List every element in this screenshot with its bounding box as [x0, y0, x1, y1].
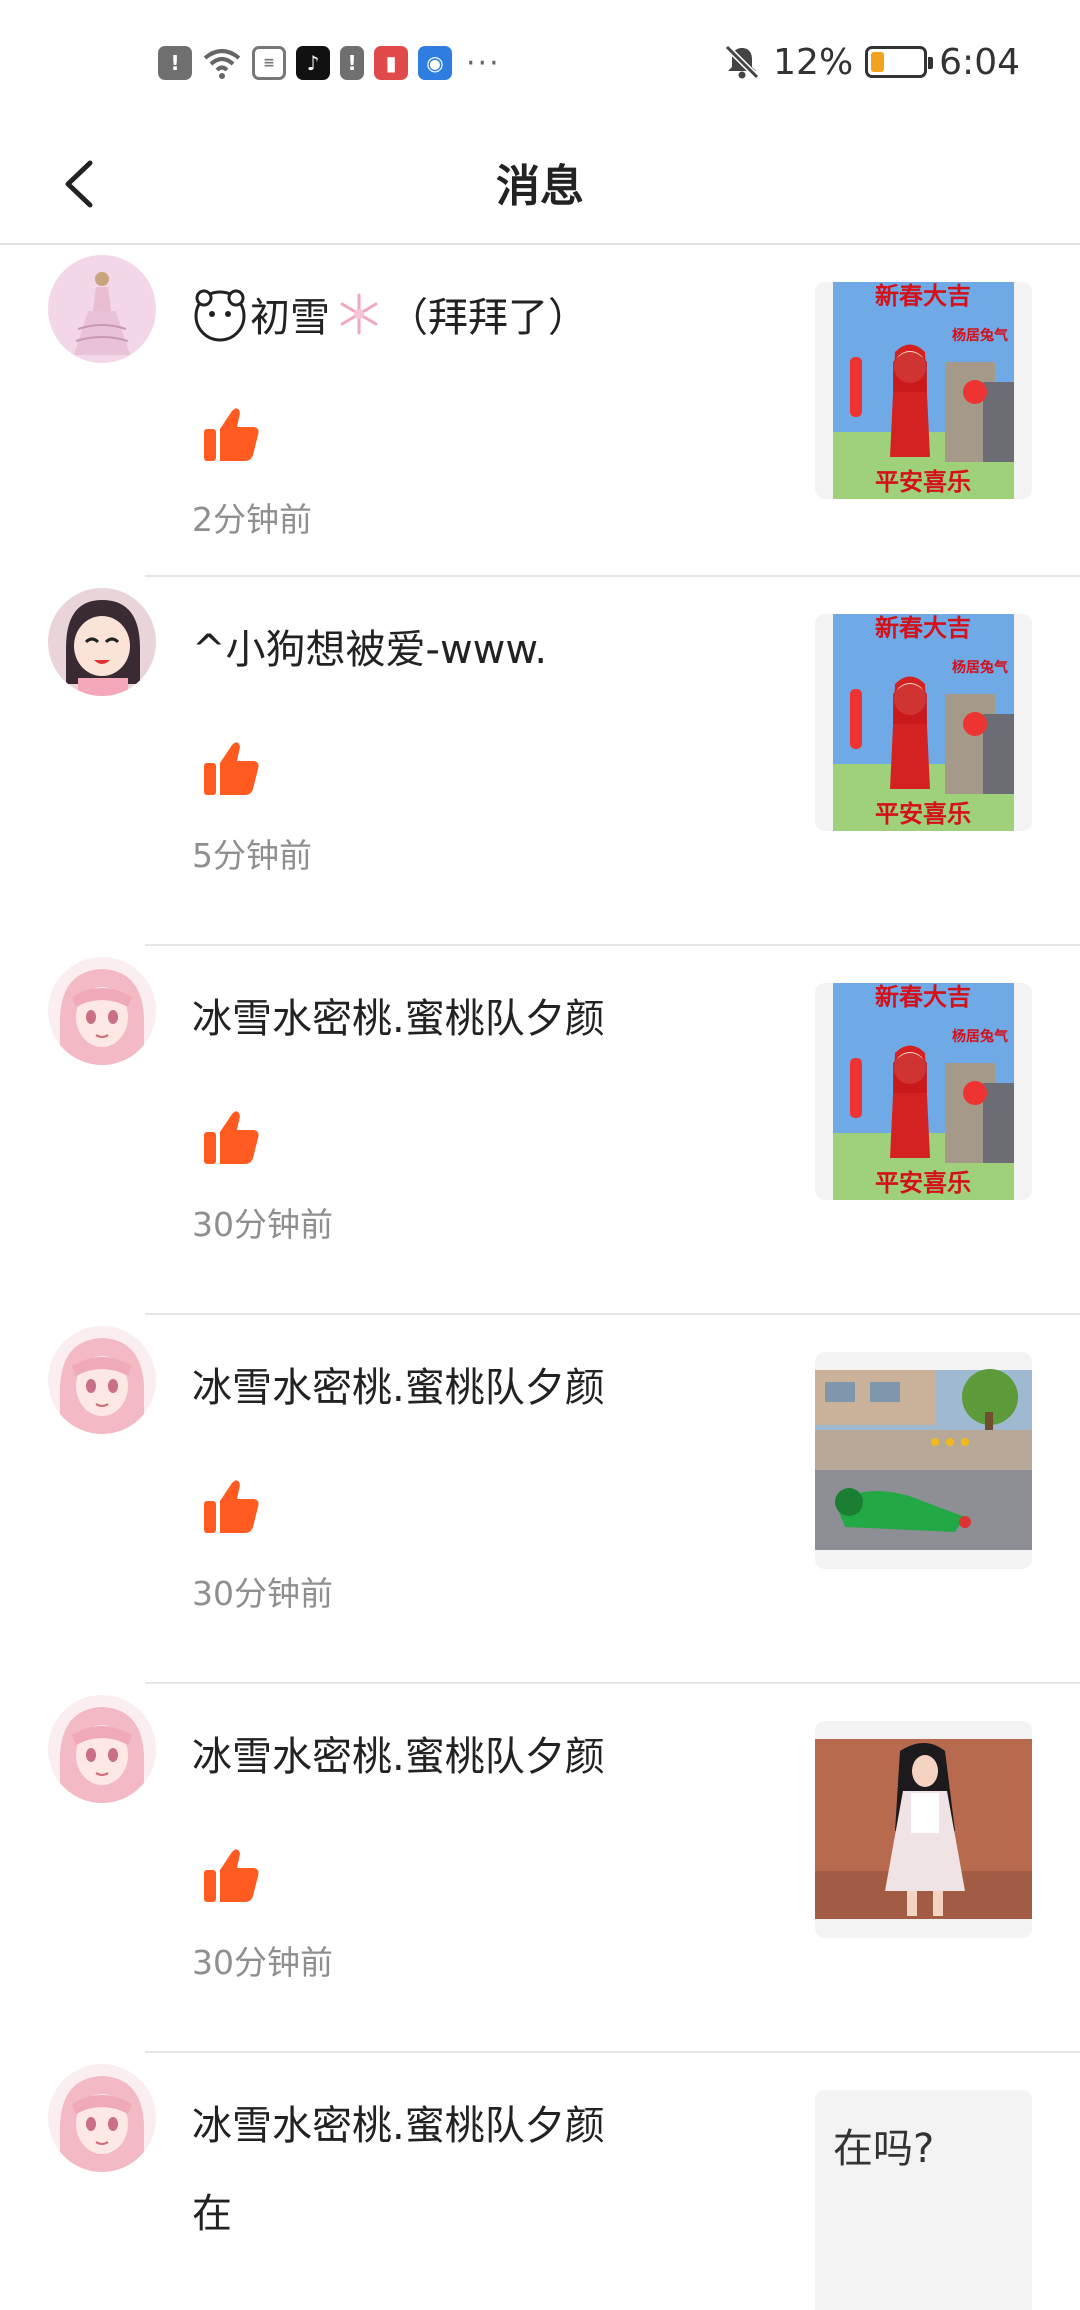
festive-image: 新春大吉 杨居兔气 平安喜乐: [833, 614, 1014, 831]
timestamp: 30分钟前: [192, 1574, 333, 1613]
festive-bottom-text: 平安喜乐: [875, 468, 971, 496]
festive-bottom-text: 平安喜乐: [875, 800, 971, 828]
thumbs-up-icon: [204, 1849, 259, 1902]
page-title: 消息: [496, 161, 584, 212]
post-thumbnail[interactable]: 新春大吉 杨居兔气 平安喜乐: [815, 282, 1032, 499]
sender-name-suffix: （拜拜了）: [388, 295, 588, 341]
thumbs-up-icon: [204, 742, 259, 795]
timestamp: 2分钟前: [192, 500, 312, 539]
princess-avatar: [48, 255, 156, 363]
festive-mid-text: 杨居兔气: [952, 659, 1008, 676]
festive-image: 新春大吉 杨居兔气 平安喜乐: [833, 282, 1014, 499]
pink-hair-avatar: [48, 1695, 156, 1803]
timestamp: 30分钟前: [192, 1943, 333, 1982]
list-item[interactable]: 初雪 （拜拜了） 2分钟前 新春大吉 杨居兔气 平安喜乐: [0, 245, 1080, 577]
maid-image: [815, 1739, 1032, 1919]
alert-icon: !: [158, 46, 192, 80]
snowflake-icon: [340, 293, 378, 335]
app: ! ≡ ♪ ! ▮ ◉ ··· 12% 6:04 消息 初雪 （拜拜了） 2分钟…: [0, 0, 1080, 2310]
sender-name[interactable]: 冰雪水密桃.蜜桃队夕颜: [192, 1355, 605, 1413]
tiktok-icon: ♪: [296, 46, 330, 80]
avatar[interactable]: [48, 1326, 156, 1434]
festive-image: 新春大吉 杨居兔气 平安喜乐: [833, 983, 1014, 1200]
clock: 6:04: [939, 41, 1020, 83]
avatar[interactable]: [48, 2064, 156, 2172]
schoolyard-image: [815, 1369, 1032, 1550]
avatar[interactable]: [48, 255, 156, 363]
bulb-icon: ◉: [418, 46, 452, 80]
avatar[interactable]: [48, 588, 156, 696]
list-item[interactable]: 冰雪水密桃.蜜桃队夕颜 30分钟前: [0, 1684, 1080, 2053]
festive-top-text: 新春大吉: [875, 614, 971, 642]
festive-top-text: 新春大吉: [875, 282, 971, 310]
list-item[interactable]: 冰雪水密桃.蜜桃队夕颜 在 在吗?: [0, 2053, 1080, 2310]
timestamp: 5分钟前: [192, 836, 312, 875]
post-thumbnail[interactable]: [815, 1721, 1032, 1938]
festive-mid-text: 杨居兔气: [952, 1028, 1008, 1045]
festive-top-text: 新春大吉: [875, 983, 971, 1011]
reader-icon: ▮: [374, 46, 408, 80]
message-list[interactable]: 初雪 （拜拜了） 2分钟前 新春大吉 杨居兔气 平安喜乐 ^小狗想被爱-www.…: [0, 245, 1080, 2310]
timestamp: 30分钟前: [192, 1205, 333, 1244]
sender-name[interactable]: 初雪 （拜拜了）: [192, 285, 588, 343]
system-indicators: 12% 6:04: [723, 40, 1020, 84]
sender-name[interactable]: 冰雪水密桃.蜜桃队夕颜: [192, 986, 605, 1044]
quoted-message[interactable]: 在吗?: [815, 2090, 1032, 2310]
header: 消息: [0, 120, 1080, 245]
cartoon-face-icon: [194, 289, 246, 342]
post-thumbnail[interactable]: 新春大吉 杨居兔气 平安喜乐: [815, 614, 1032, 831]
list-item[interactable]: 冰雪水密桃.蜜桃队夕颜 30分钟前 新春大吉 杨居兔气 平安喜乐: [0, 946, 1080, 1315]
sender-name[interactable]: 冰雪水密桃.蜜桃队夕颜: [192, 2093, 605, 2151]
sender-name-text: 初雪: [250, 295, 330, 341]
festive-bottom-text: 平安喜乐: [875, 1169, 971, 1197]
list-item[interactable]: 冰雪水密桃.蜜桃队夕颜 30分钟前: [0, 1315, 1080, 1684]
avatar[interactable]: [48, 957, 156, 1065]
pink-hair-avatar: [48, 1326, 156, 1434]
battery-level: [871, 52, 885, 72]
more-icon: ···: [466, 45, 501, 81]
reply-text: 在: [192, 2191, 232, 2237]
sender-name[interactable]: 冰雪水密桃.蜜桃队夕颜: [192, 1724, 605, 1782]
thumbs-up-icon: [204, 408, 259, 461]
notification-icons: ! ≡ ♪ ! ▮ ◉ ···: [158, 44, 501, 82]
battery-percent: 12%: [773, 41, 854, 83]
anime-girl-avatar: [48, 588, 156, 696]
list-item[interactable]: ^小狗想被爱-www. 5分钟前 新春大吉 杨居兔气 平安喜乐: [0, 577, 1080, 946]
thumbs-up-icon: [204, 1111, 259, 1164]
document-icon: ≡: [252, 46, 286, 80]
post-thumbnail[interactable]: 新春大吉 杨居兔气 平安喜乐: [815, 983, 1032, 1200]
thumbs-up-icon: [204, 1480, 259, 1533]
festive-mid-text: 杨居兔气: [952, 327, 1008, 344]
status-bar: ! ≡ ♪ ! ▮ ◉ ··· 12% 6:04: [0, 0, 1080, 120]
alert-icon: !: [340, 46, 364, 80]
pink-hair-avatar: [48, 2064, 156, 2172]
post-thumbnail[interactable]: [815, 1352, 1032, 1569]
quoted-message-text: 在吗?: [833, 2126, 935, 2172]
mute-icon: [725, 44, 760, 80]
battery-icon: [865, 46, 934, 78]
avatar[interactable]: [48, 1695, 156, 1803]
wifi-icon: [203, 49, 241, 79]
pink-hair-avatar: [48, 957, 156, 1065]
sender-name[interactable]: ^小狗想被爱-www.: [192, 617, 547, 675]
